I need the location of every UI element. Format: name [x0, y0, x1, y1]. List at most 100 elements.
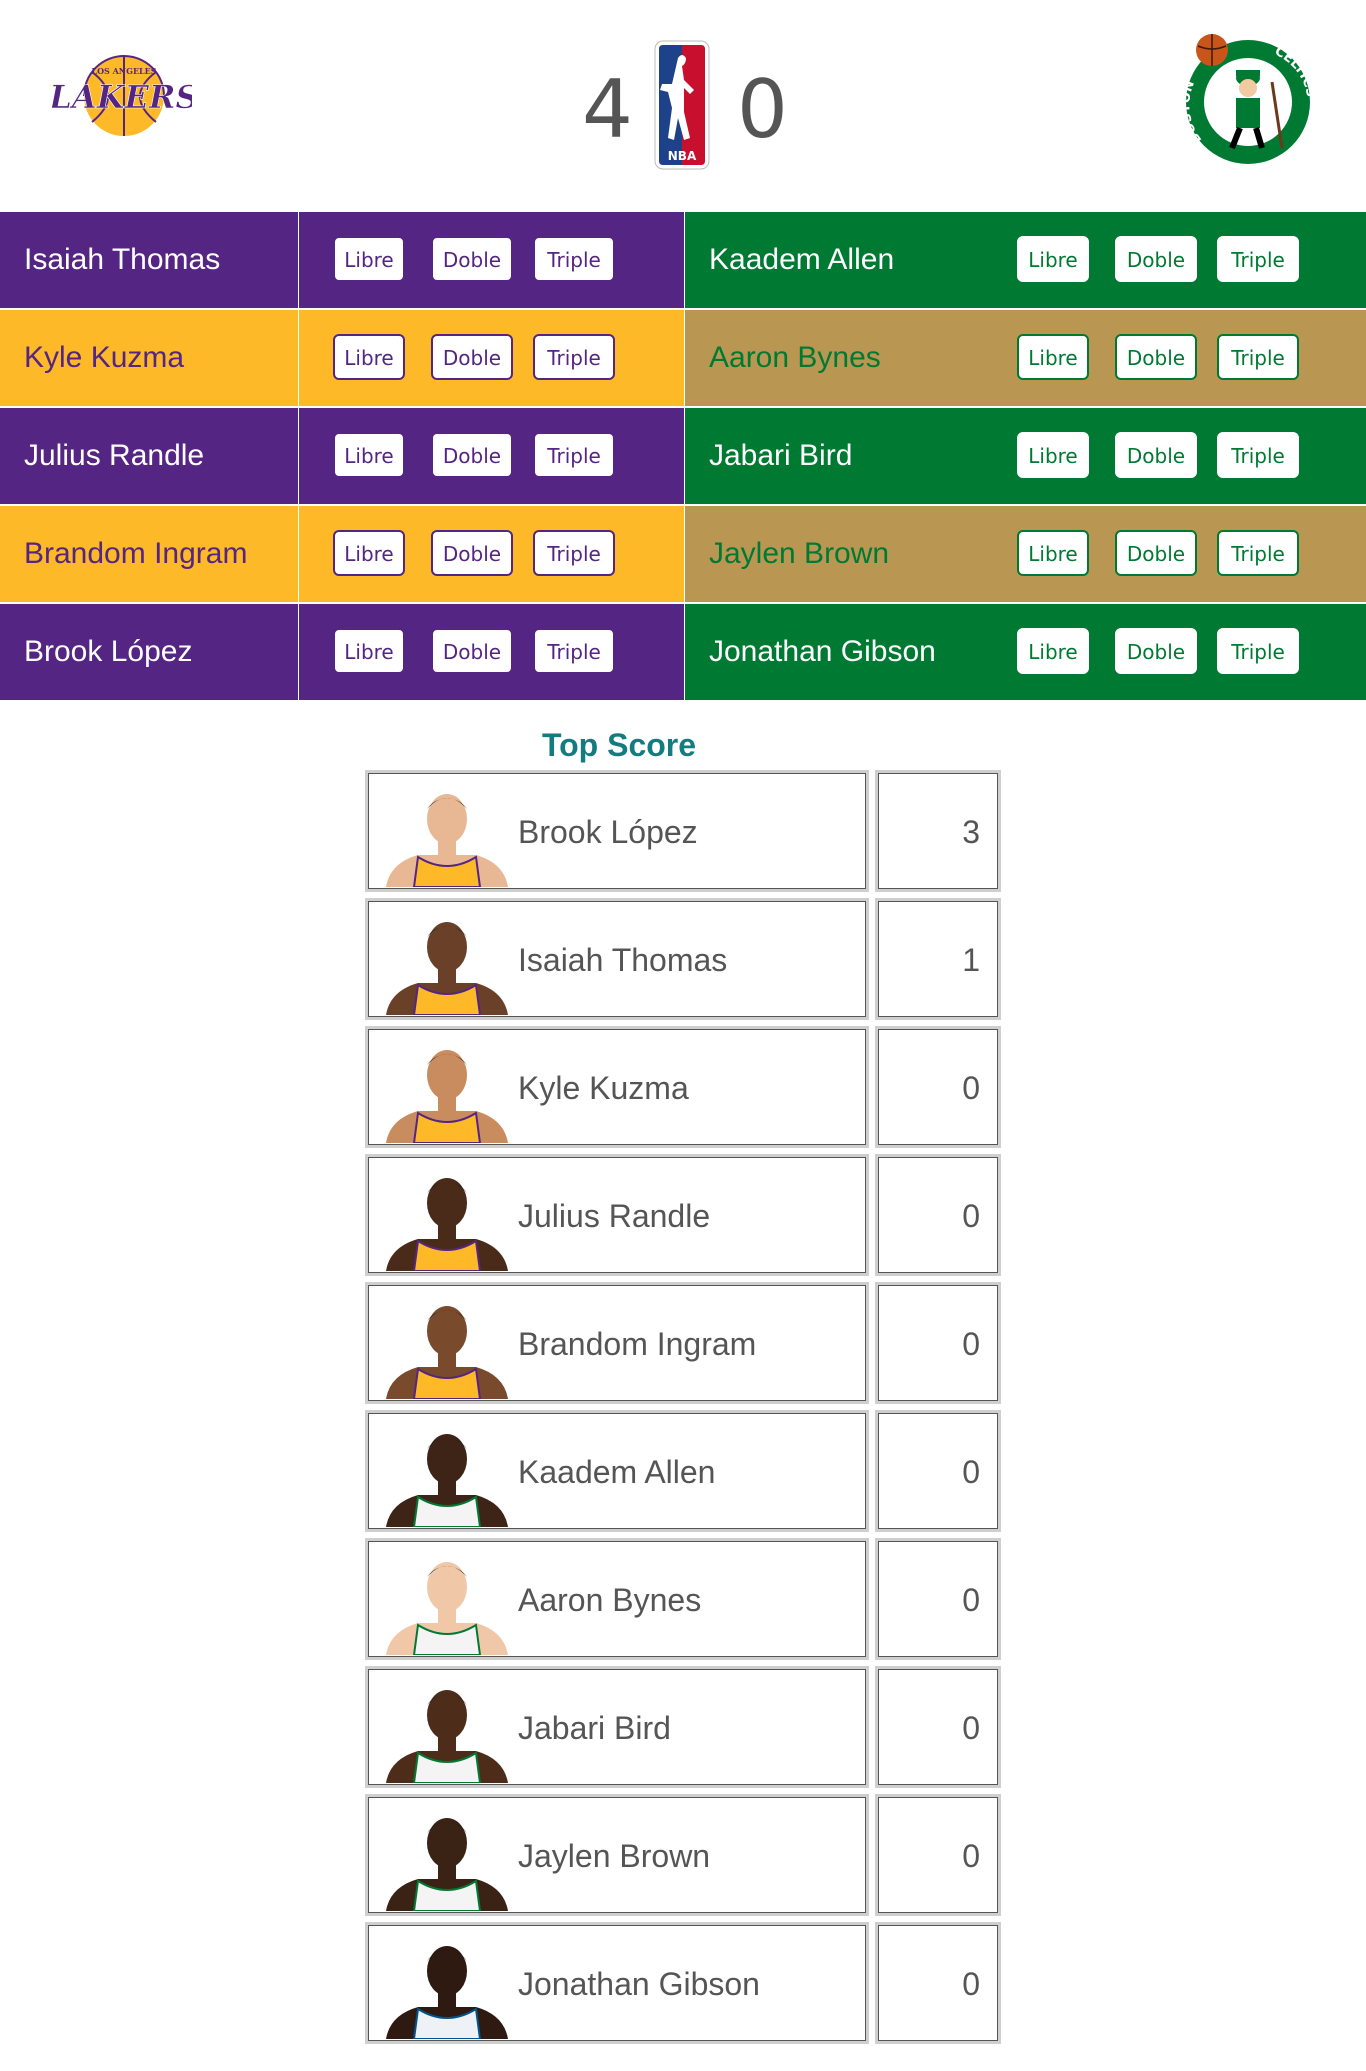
double-button[interactable]: Doble: [431, 530, 513, 576]
away-player-actions: Libre Doble Triple: [983, 212, 1366, 310]
player-points: 0: [962, 1454, 980, 1490]
score-points-cell: 1: [875, 898, 1001, 1020]
double-button[interactable]: Doble: [431, 628, 513, 674]
score-row: Kyle Kuzma 0: [365, 1026, 1001, 1154]
score-row: Julius Randle 0: [365, 1154, 1001, 1282]
player-scoring-grid: Isaiah Thomas Libre Doble Triple Kaadem …: [0, 212, 1366, 702]
away-player-actions: Libre Doble Triple: [983, 408, 1366, 506]
away-player-name: Jabari Bird: [709, 439, 853, 472]
away-player-name: Kaadem Allen: [709, 243, 895, 276]
double-button[interactable]: Doble: [1115, 628, 1197, 674]
home-player-name: Kyle Kuzma: [24, 341, 185, 374]
double-button[interactable]: Doble: [431, 432, 513, 478]
triple-button[interactable]: Triple: [533, 236, 615, 282]
score-player-cell: Isaiah Thomas: [365, 898, 869, 1020]
nba-logo: NBA: [654, 40, 710, 170]
player-points: 3: [962, 814, 980, 850]
score-row: Brandom Ingram 0: [365, 1282, 1001, 1410]
score-player-name: Kaadem Allen: [518, 1454, 716, 1490]
away-player-actions: Libre Doble Triple: [983, 506, 1366, 604]
home-player-cell: Julius Randle: [0, 408, 298, 506]
celtics-logo: BOSTON CELTICS: [1178, 34, 1318, 164]
free-throw-button[interactable]: Libre: [1017, 628, 1089, 674]
home-player-name: Isaiah Thomas: [24, 243, 221, 276]
score-player-name: Julius Randle: [518, 1198, 711, 1234]
home-player-cell: Brook López: [0, 604, 298, 702]
away-player-name: Jaylen Brown: [709, 537, 890, 570]
score-points-cell: 0: [875, 1794, 1001, 1916]
away-player-name: Jonathan Gibson: [709, 635, 936, 668]
player-points: 0: [962, 1070, 980, 1106]
grid-row: Isaiah Thomas Libre Doble Triple Kaadem …: [0, 212, 1366, 310]
triple-button[interactable]: Triple: [1217, 432, 1299, 478]
top-score-table: Brook López 3 Isaiah Thomas 1 Kyle Kuzma 0 Jul…: [365, 770, 1001, 2050]
triple-button[interactable]: Triple: [533, 628, 615, 674]
top-score-title: Top Score: [541, 727, 697, 763]
free-throw-button[interactable]: Libre: [333, 628, 405, 674]
away-player-actions: Libre Doble Triple: [983, 310, 1366, 408]
score-player-cell: Aaron Bynes: [365, 1538, 869, 1660]
double-button[interactable]: Doble: [431, 236, 513, 282]
player-headshot: [386, 1050, 508, 1143]
score-points-cell: 0: [875, 1154, 1001, 1276]
away-player-actions: Libre Doble Triple: [983, 604, 1366, 702]
score-player-name: Aaron Bynes: [518, 1582, 702, 1618]
home-player-cell: Brandom Ingram: [0, 506, 298, 604]
score-player-cell: Brook López: [365, 770, 869, 892]
home-player-cell: Isaiah Thomas: [0, 212, 298, 310]
player-points: 0: [962, 1710, 980, 1746]
triple-button[interactable]: Triple: [1217, 530, 1299, 576]
player-headshot: [386, 1178, 508, 1271]
free-throw-button[interactable]: Libre: [1017, 530, 1089, 576]
free-throw-button[interactable]: Libre: [333, 334, 405, 380]
home-player-name: Brandom Ingram: [24, 537, 248, 570]
player-headshot: [386, 922, 508, 1015]
score-row: Kaadem Allen 0: [365, 1410, 1001, 1538]
away-player-cell: Jaylen Brown: [685, 506, 983, 604]
score-player-cell: Jonathan Gibson: [365, 1922, 869, 2044]
triple-button[interactable]: Triple: [1217, 236, 1299, 282]
player-headshot: [386, 1690, 508, 1783]
score-points-cell: 0: [875, 1282, 1001, 1404]
score-points-cell: 0: [875, 1922, 1001, 2044]
home-player-actions: Libre Doble Triple: [299, 408, 684, 506]
free-throw-button[interactable]: Libre: [1017, 432, 1089, 478]
grid-row: Kyle Kuzma Libre Doble Triple Aaron Byne…: [0, 310, 1366, 408]
player-points: 0: [962, 1326, 980, 1362]
double-button[interactable]: Doble: [1115, 334, 1197, 380]
player-headshot: [386, 1818, 508, 1911]
grid-row: Brook López Libre Doble Triple Jonathan …: [0, 604, 1366, 702]
free-throw-button[interactable]: Libre: [333, 236, 405, 282]
home-player-name: Julius Randle: [24, 439, 205, 472]
score-player-name: Kyle Kuzma: [518, 1070, 689, 1106]
score-row: Brook López 3: [365, 770, 1001, 898]
score-row: Aaron Bynes 0: [365, 1538, 1001, 1666]
player-points: 0: [962, 1582, 980, 1618]
triple-button[interactable]: Triple: [1217, 334, 1299, 380]
away-player-cell: Jabari Bird: [685, 408, 983, 506]
free-throw-button[interactable]: Libre: [333, 530, 405, 576]
double-button[interactable]: Doble: [1115, 530, 1197, 576]
double-button[interactable]: Doble: [431, 334, 513, 380]
player-headshot: [386, 1562, 508, 1655]
home-score: 4: [582, 63, 633, 156]
svg-text:LAKERS: LAKERS: [52, 78, 192, 116]
score-player-cell: Jabari Bird: [365, 1666, 869, 1788]
triple-button[interactable]: Triple: [533, 334, 615, 380]
double-button[interactable]: Doble: [1115, 432, 1197, 478]
svg-text:NBA: NBA: [668, 149, 697, 163]
home-player-cell: Kyle Kuzma: [0, 310, 298, 408]
free-throw-button[interactable]: Libre: [333, 432, 405, 478]
free-throw-button[interactable]: Libre: [1017, 236, 1089, 282]
triple-button[interactable]: Triple: [533, 530, 615, 576]
score-player-cell: Jaylen Brown: [365, 1794, 869, 1916]
away-player-cell: Kaadem Allen: [685, 212, 983, 310]
score-player-cell: Julius Randle: [365, 1154, 869, 1276]
player-headshot: [386, 1306, 508, 1399]
score-player-name: Brandom Ingram: [518, 1326, 757, 1362]
grid-row: Brandom Ingram Libre Doble Triple Jaylen…: [0, 506, 1366, 604]
triple-button[interactable]: Triple: [1217, 628, 1299, 674]
double-button[interactable]: Doble: [1115, 236, 1197, 282]
free-throw-button[interactable]: Libre: [1017, 334, 1089, 380]
triple-button[interactable]: Triple: [533, 432, 615, 478]
